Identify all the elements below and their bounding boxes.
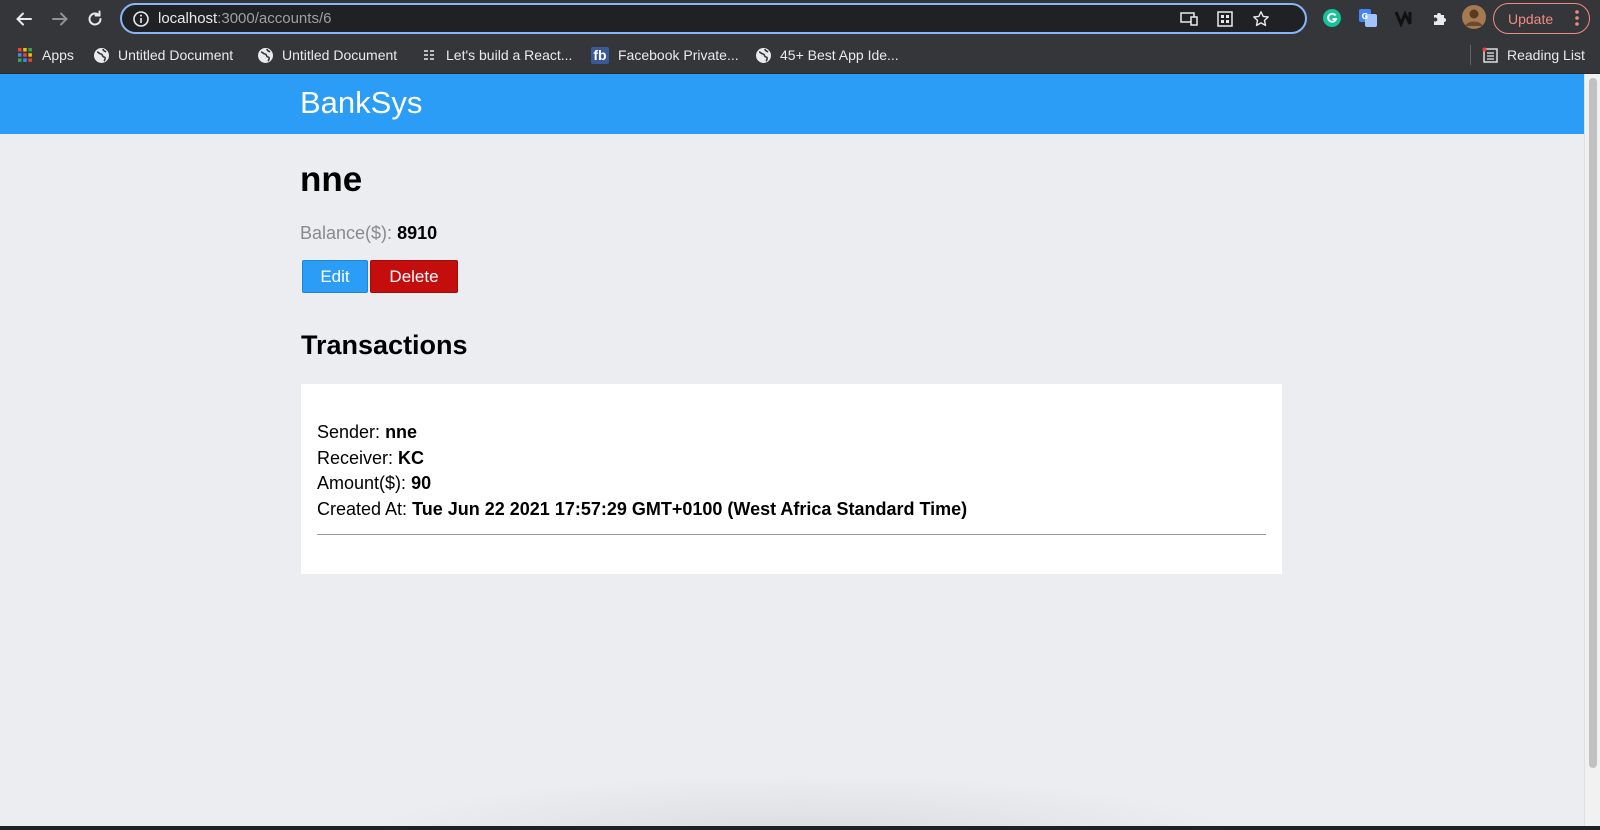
- account-name: nne: [300, 160, 363, 199]
- url-host: localhost: [158, 10, 218, 27]
- bookmark-label: 45+ Best App Ide...: [780, 47, 899, 63]
- page-scrollbar[interactable]: [1584, 74, 1600, 826]
- bookmark-label: Untitled Document: [118, 47, 234, 63]
- menu-dots-icon[interactable]: [1574, 9, 1580, 30]
- list-icon: [420, 46, 438, 64]
- qr-code-icon[interactable]: [1215, 10, 1235, 28]
- bookmark-react[interactable]: Let's build a React...: [420, 45, 572, 65]
- globe-icon: [754, 46, 772, 64]
- tx-divider: [317, 534, 1266, 535]
- tx-receiver-value: KC: [398, 447, 425, 468]
- tx-sender-value: nne: [385, 422, 418, 442]
- tx-amount-label: Amount($):: [317, 473, 407, 493]
- reload-icon: [88, 10, 102, 26]
- reading-list-icon: [1481, 46, 1499, 64]
- forward-button[interactable]: [47, 6, 73, 32]
- brand-logo[interactable]: BankSys: [300, 85, 422, 121]
- app-navbar: BankSys: [0, 74, 1584, 134]
- bookmark-untitled-document-2[interactable]: Untitled Document: [256, 45, 397, 65]
- bookmarks-bar: Apps Untitled Document Untitled Document…: [0, 37, 1600, 74]
- tx-receiver: Receiver: KC: [317, 446, 1266, 472]
- fb-icon: fb: [590, 46, 610, 64]
- reading-list-button[interactable]: Reading List: [1481, 45, 1585, 65]
- bookmark-label: Apps: [42, 47, 74, 63]
- reading-list-label: Reading List: [1507, 47, 1585, 63]
- tx-created-label: Created At:: [317, 498, 408, 519]
- balance-value: 8910: [397, 223, 438, 243]
- tx-amount: Amount($): 90: [317, 471, 1266, 497]
- bookmark-facebook[interactable]: fb Facebook Private...: [590, 45, 739, 65]
- transactions-card: Sender: nne Receiver: KC Amount($): 90 C…: [301, 384, 1282, 574]
- translate-icon[interactable]: G: [1357, 7, 1379, 29]
- site-info-icon[interactable]: [132, 10, 150, 33]
- bookmark-label: Untitled Document: [282, 47, 398, 63]
- balance-line: Balance($): 8910: [300, 223, 437, 244]
- bookmark-label: Facebook Private...: [618, 47, 739, 63]
- svg-text:G: G: [1362, 12, 1369, 21]
- tx-sender: Sender: nne: [317, 420, 1266, 446]
- address-bar[interactable]: localhost:3000/accounts/6: [120, 3, 1307, 34]
- scrollbar-thumb[interactable]: [1589, 78, 1597, 768]
- update-button[interactable]: Update: [1493, 3, 1590, 34]
- globe-icon: [256, 46, 274, 64]
- tx-amount-value: 90: [411, 473, 432, 493]
- bookmark-untitled-document-1[interactable]: Untitled Document: [92, 45, 233, 65]
- apps-grid-icon: [16, 46, 34, 64]
- globe-icon: [92, 46, 110, 64]
- update-label: Update: [1508, 10, 1554, 27]
- tx-created: Created At: Tue Jun 22 2021 17:57:29 GMT…: [317, 497, 1266, 523]
- balance-label: Balance($):: [300, 223, 393, 243]
- profile-avatar[interactable]: [1462, 5, 1486, 29]
- arrow-left-icon: [16, 12, 32, 26]
- back-button[interactable]: [11, 6, 37, 32]
- fb-glyph: fb: [591, 46, 609, 64]
- medium-icon[interactable]: [1393, 7, 1415, 29]
- url-text[interactable]: localhost:3000/accounts/6: [158, 10, 331, 27]
- bookmark-apps[interactable]: Apps: [16, 45, 74, 65]
- bookmarks-separator: [1470, 45, 1471, 65]
- tx-created-value: Tue Jun 22 2021 17:57:29 GMT+0100 (West …: [412, 498, 968, 519]
- bookmark-label: Let's build a React...: [446, 47, 573, 63]
- cast-icon[interactable]: [1179, 10, 1199, 28]
- reload-button[interactable]: [82, 6, 108, 32]
- edit-button[interactable]: Edit: [302, 260, 368, 293]
- transaction-item: Sender: nne Receiver: KC Amount($): 90 C…: [317, 420, 1266, 535]
- page-viewport: BankSys nne Balance($): 8910 Edit Delete…: [0, 74, 1584, 826]
- window-bottom-edge: [0, 826, 1600, 830]
- bookmark-app-ideas[interactable]: 45+ Best App Ide...: [754, 45, 899, 65]
- grammarly-icon[interactable]: [1321, 7, 1343, 29]
- bottom-shadow: [360, 774, 1240, 826]
- url-path: :3000/accounts/6: [217, 10, 332, 27]
- star-icon[interactable]: [1251, 10, 1271, 28]
- browser-toolbar: localhost:3000/accounts/6 G Update: [0, 0, 1600, 37]
- extensions-puzzle-icon[interactable]: [1429, 7, 1451, 29]
- tx-receiver-label: Receiver:: [317, 447, 394, 468]
- tx-sender-label: Sender:: [317, 422, 381, 442]
- arrow-right-icon: [52, 12, 68, 26]
- transactions-title: Transactions: [301, 330, 468, 360]
- delete-button[interactable]: Delete: [370, 260, 458, 293]
